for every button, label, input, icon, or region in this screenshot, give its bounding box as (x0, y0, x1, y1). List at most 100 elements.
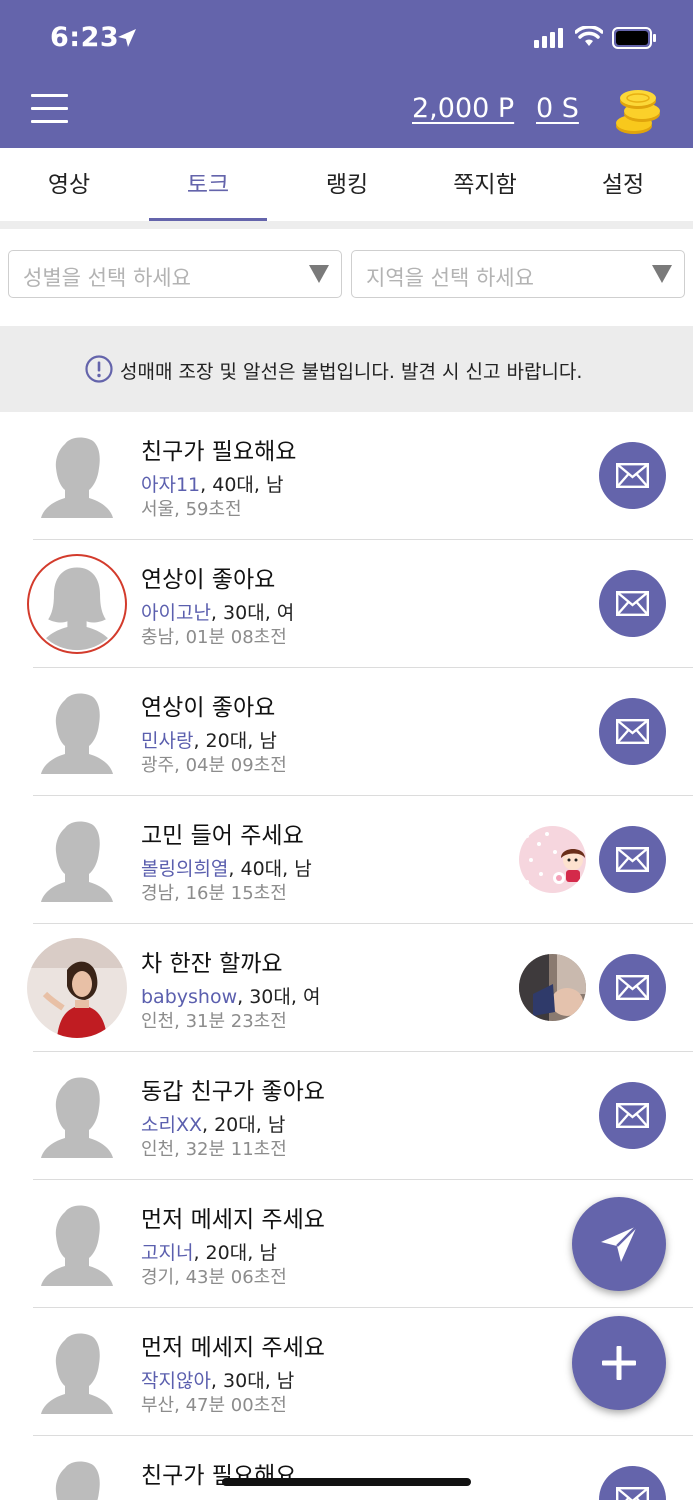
region: 서울 (141, 499, 175, 520)
nickname: 볼링의희열 (141, 858, 229, 880)
tab-messages[interactable]: 쪽지함 (425, 148, 545, 222)
app-bar: 6:23 2,000 P 0 S (0, 0, 693, 148)
location-arrow-icon (118, 29, 136, 47)
tab-divider (0, 221, 693, 229)
send-message-button[interactable] (599, 1466, 666, 1500)
hamburger-menu-icon[interactable] (31, 94, 68, 128)
nickname: 작지않아 (141, 1370, 211, 1392)
avatar[interactable] (27, 1066, 127, 1166)
avatar[interactable] (27, 1194, 127, 1294)
send-message-button[interactable] (599, 826, 666, 893)
send-message-button[interactable] (599, 954, 666, 1021)
talk-list-item[interactable]: 연상이 좋아요 민사랑, 20대, 남 광주, 04분 09초전 (0, 668, 693, 796)
tab-settings[interactable]: 설정 (563, 148, 683, 222)
talk-list-item[interactable]: 차 한잔 할까요 babyshow, 30대, 여 인천, 31분 23초전 (0, 924, 693, 1052)
region: 충남 (141, 627, 175, 648)
avatar-photo[interactable] (27, 938, 127, 1038)
region: 광주 (141, 755, 175, 776)
elapsed-time: 59초전 (185, 499, 242, 520)
elapsed-time: 32분 11초전 (185, 1139, 287, 1160)
region-select-placeholder: 지역을 선택 하세요 (366, 266, 534, 290)
avatar[interactable] (27, 554, 127, 654)
gender-select[interactable]: 성별을 선택 하세요 (8, 250, 342, 298)
send-fab[interactable] (572, 1197, 666, 1291)
send-message-button[interactable] (599, 698, 666, 765)
post-meta: 아이고난, 30대, 여 (141, 602, 295, 624)
age: 30대 (223, 602, 265, 624)
nickname: 아자11 (141, 474, 201, 496)
post-location-time: 광주, 04분 09초전 (141, 755, 287, 776)
plus-icon (602, 1346, 636, 1380)
post-location-time: 서울, 59초전 (141, 499, 242, 520)
age: 40대 (240, 858, 283, 880)
avatar[interactable] (27, 1322, 127, 1422)
notice-text: 성매매 조장 및 알선은 불법입니다. 발견 시 신고 바랍니다. (120, 361, 583, 383)
talk-list-item[interactable]: 친구가 필요해요 (0, 1436, 693, 1500)
send-message-button[interactable] (599, 1082, 666, 1149)
paper-plane-icon (601, 1225, 638, 1262)
post-location-time: 인천, 31분 23초전 (141, 1011, 287, 1032)
age: 30대 (249, 986, 291, 1008)
gender: 여 (276, 602, 295, 624)
post-title: 먼저 메세지 주세요 (141, 1335, 325, 1361)
status-time: 6:23 (50, 22, 120, 53)
send-message-button[interactable] (599, 442, 666, 509)
add-post-fab[interactable] (572, 1316, 666, 1410)
points-balance[interactable]: 2,000 P (412, 93, 514, 124)
age: 20대 (205, 1242, 248, 1264)
post-title: 차 한잔 할까요 (141, 951, 283, 977)
tab-ranking[interactable]: 랭킹 (287, 148, 407, 222)
avatar[interactable] (27, 810, 127, 910)
elapsed-time: 04분 09초전 (185, 755, 287, 776)
region-select[interactable]: 지역을 선택 하세요 (351, 250, 685, 298)
photo-thumbnail[interactable] (519, 954, 586, 1021)
seeds-balance[interactable]: 0 S (536, 93, 579, 124)
gender: 남 (267, 1114, 286, 1136)
send-message-button[interactable] (599, 570, 666, 637)
battery-icon (612, 27, 656, 49)
elapsed-time: 31분 23초전 (185, 1011, 287, 1032)
post-title: 연상이 좋아요 (141, 695, 276, 721)
post-meta: 볼링의희열, 40대, 남 (141, 858, 312, 880)
post-title: 연상이 좋아요 (141, 567, 276, 593)
talk-list-item[interactable]: 친구가 필요해요 아자11, 40대, 남 서울, 59초전 (0, 412, 693, 540)
elapsed-time: 01분 08초전 (185, 627, 287, 648)
post-meta: 아자11, 40대, 남 (141, 474, 284, 496)
post-location-time: 인천, 32분 11초전 (141, 1139, 287, 1160)
dropdown-arrow-icon (652, 265, 672, 283)
talk-list-item[interactable]: 연상이 좋아요 아이고난, 30대, 여 충남, 01분 08초전 (0, 540, 693, 668)
age: 20대 (205, 730, 248, 752)
dropdown-arrow-icon (309, 265, 329, 283)
talk-list-item[interactable]: 동갑 친구가 좋아요 소리XX, 20대, 남 인천, 32분 11초전 (0, 1052, 693, 1180)
gender: 남 (294, 858, 312, 880)
region: 부산 (141, 1395, 175, 1416)
gender-select-placeholder: 성별을 선택 하세요 (23, 266, 191, 290)
post-title: 친구가 필요해요 (141, 439, 297, 465)
post-title: 동갑 친구가 좋아요 (141, 1079, 325, 1105)
nickname: 소리XX (141, 1114, 202, 1136)
home-indicator (222, 1478, 471, 1486)
post-location-time: 충남, 01분 08초전 (141, 627, 287, 648)
gender: 남 (276, 1370, 295, 1392)
elapsed-time: 16분 15초전 (185, 883, 287, 904)
nickname: 아이고난 (141, 602, 211, 624)
region: 인천 (141, 1139, 175, 1160)
talk-list-item[interactable]: 고민 들어 주세요 볼링의희열, 40대, 남 경남, 16분 15초전 (0, 796, 693, 924)
nickname: 고지너 (141, 1242, 194, 1264)
photo-thumbnail[interactable] (519, 826, 586, 893)
wifi-icon (575, 26, 603, 46)
tab-video[interactable]: 영상 (9, 148, 129, 222)
avatar[interactable] (27, 682, 127, 782)
avatar[interactable] (27, 1450, 127, 1500)
exclamation-circle-icon (85, 355, 113, 383)
elapsed-time: 47분 00초전 (185, 1395, 287, 1416)
coins-icon[interactable] (612, 86, 668, 136)
region: 경남 (141, 883, 175, 904)
gender: 남 (266, 474, 284, 496)
avatar[interactable] (27, 426, 127, 526)
post-location-time: 경남, 16분 15초전 (141, 883, 287, 904)
nickname: babyshow (141, 986, 238, 1008)
tab-talk[interactable]: 토크 (148, 148, 268, 222)
tab-bar: 영상 토크 랭킹 쪽지함 설정 (0, 148, 693, 222)
age: 20대 (214, 1114, 256, 1136)
